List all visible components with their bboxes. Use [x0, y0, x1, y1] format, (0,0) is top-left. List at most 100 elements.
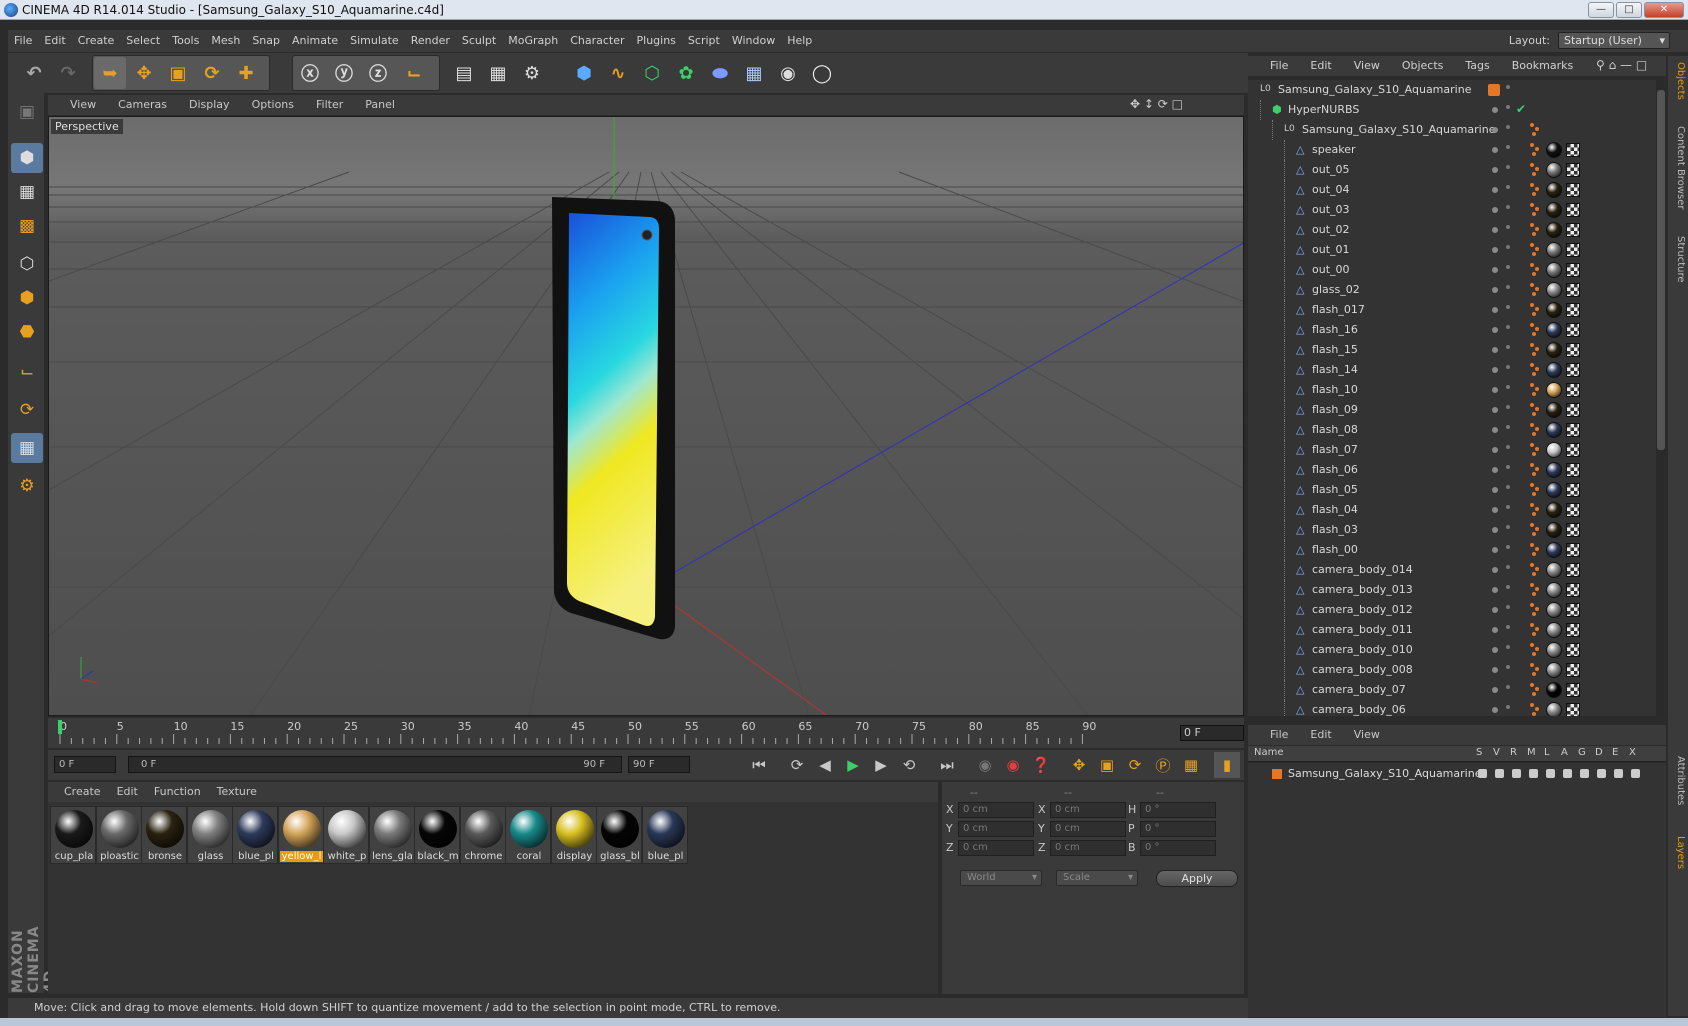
camera-icon[interactable]: ◉ [772, 57, 804, 89]
object-tree-row[interactable]: △ flash_10 [1248, 380, 1656, 400]
render-visibility-dot[interactable] [1506, 505, 1510, 509]
uvw-tag-icon[interactable] [1566, 443, 1580, 457]
phong-tag-icon[interactable] [1530, 243, 1542, 257]
object-tree-scrollbar[interactable] [1656, 80, 1666, 716]
material-menu-edit[interactable]: Edit [117, 782, 138, 802]
phong-tag-icon[interactable] [1530, 143, 1542, 157]
material-tag-icon[interactable] [1546, 422, 1562, 438]
layer-toggle-icon[interactable] [1580, 769, 1589, 778]
editor-visibility-dot[interactable] [1492, 107, 1498, 113]
editor-visibility-dot[interactable] [1492, 207, 1498, 213]
editor-visibility-dot[interactable] [1492, 387, 1498, 393]
editor-visibility-dot[interactable] [1492, 707, 1498, 713]
layout-select[interactable]: Startup (User) ▾ [1558, 32, 1670, 49]
coord-value-field[interactable]: 0 cm [958, 840, 1034, 856]
polygons-mode-icon[interactable]: ⬣ [11, 317, 43, 347]
material-tag-icon[interactable] [1546, 462, 1562, 478]
material-menu-function[interactable]: Function [154, 782, 201, 802]
layer-toggle-icon[interactable] [1478, 769, 1487, 778]
frame-range-slider[interactable]: 0 F 90 F [128, 756, 622, 773]
spline-pen-icon[interactable]: ∿ [602, 57, 634, 89]
phong-tag-icon[interactable] [1530, 443, 1542, 457]
floor-icon[interactable]: ▦ [738, 57, 770, 89]
layer-toggle-icon[interactable] [1597, 769, 1606, 778]
editor-visibility-dot[interactable] [1492, 647, 1498, 653]
editor-visibility-dot[interactable] [1492, 187, 1498, 193]
editor-visibility-dot[interactable] [1492, 287, 1498, 293]
object-menu-edit[interactable]: Edit [1310, 56, 1331, 76]
material-swatch[interactable]: black_m [414, 806, 460, 864]
material-tag-icon[interactable] [1546, 222, 1562, 238]
material-tag-icon[interactable] [1546, 502, 1562, 518]
uvw-tag-icon[interactable] [1566, 363, 1580, 377]
render-visibility-dot[interactable] [1506, 185, 1510, 189]
uvw-tag-icon[interactable] [1566, 523, 1580, 537]
apply-button[interactable]: Apply [1156, 870, 1238, 887]
render-visibility-dot[interactable] [1506, 105, 1510, 109]
render-visibility-dot[interactable] [1506, 445, 1510, 449]
material-swatch[interactable]: yellow_l [277, 806, 324, 864]
material-tag-icon[interactable] [1546, 482, 1562, 498]
render-visibility-dot[interactable] [1506, 625, 1510, 629]
menu-item-snap[interactable]: Snap [246, 30, 286, 52]
material-tag-icon[interactable] [1546, 202, 1562, 218]
editor-visibility-dot[interactable] [1488, 84, 1500, 96]
object-tree-row[interactable]: △ camera_body_012 [1248, 600, 1656, 620]
menu-item-animate[interactable]: Animate [286, 30, 344, 52]
viewport-navigation-icons[interactable]: ✥ ↕ ⟳ □ [1130, 97, 1183, 111]
phong-tag-icon[interactable] [1530, 123, 1542, 137]
deformer-icon[interactable]: ⬬ [704, 57, 736, 89]
uvw-tag-icon[interactable] [1566, 163, 1580, 177]
object-tree-row[interactable]: ⬢ HyperNURBS ✔ [1248, 100, 1656, 120]
render-visibility-dot[interactable] [1506, 125, 1510, 129]
editor-visibility-dot[interactable] [1492, 327, 1498, 333]
object-tree-row[interactable]: △ flash_05 [1248, 480, 1656, 500]
uvw-tag-icon[interactable] [1566, 223, 1580, 237]
material-swatch[interactable]: white_p [323, 806, 369, 864]
uvw-tag-icon[interactable] [1566, 563, 1580, 577]
scrollbar-thumb[interactable] [1657, 90, 1665, 450]
phong-tag-icon[interactable] [1530, 563, 1542, 577]
material-tag-icon[interactable] [1546, 542, 1562, 558]
uvw-tag-icon[interactable] [1566, 423, 1580, 437]
minimize-button[interactable]: — [1588, 2, 1614, 18]
object-tree-row[interactable]: △ camera_body_011 [1248, 620, 1656, 640]
layer-menu-edit[interactable]: Edit [1310, 725, 1331, 745]
viewport-menu-cameras[interactable]: Cameras [118, 95, 167, 115]
layer-toggle-icon[interactable] [1614, 769, 1623, 778]
object-tree-row[interactable]: △ camera_body_06 [1248, 700, 1656, 716]
record-keys-icon[interactable]: ◉ [972, 752, 998, 778]
render-visibility-dot[interactable] [1506, 285, 1510, 289]
y-axis-lock-icon[interactable]: ⓨ [328, 57, 360, 89]
phong-tag-icon[interactable] [1530, 163, 1542, 177]
render-visibility-dot[interactable] [1506, 245, 1510, 249]
object-tree-row[interactable]: △ out_03 [1248, 200, 1656, 220]
axis-mode-icon[interactable]: ⌙ [11, 357, 43, 387]
menu-item-tools[interactable]: Tools [166, 30, 205, 52]
object-tree-row[interactable]: △ flash_07 [1248, 440, 1656, 460]
object-tree-row[interactable]: △ flash_017 [1248, 300, 1656, 320]
menu-item-simulate[interactable]: Simulate [344, 30, 405, 52]
object-tree-row[interactable]: △ flash_15 [1248, 340, 1656, 360]
material-swatch[interactable]: cup_pla [50, 806, 96, 864]
uvw-tag-icon[interactable] [1566, 583, 1580, 597]
layer-toggle-icon[interactable] [1631, 769, 1640, 778]
side-tab-objects[interactable]: Objects [1670, 62, 1686, 100]
object-tree-row[interactable]: △ flash_16 [1248, 320, 1656, 340]
scale-icon[interactable]: ▣ [162, 57, 194, 89]
material-tag-icon[interactable] [1546, 582, 1562, 598]
render-visibility-dot[interactable] [1506, 85, 1510, 89]
menu-item-select[interactable]: Select [120, 30, 166, 52]
render-visibility-dot[interactable] [1506, 565, 1510, 569]
viewport-menu-display[interactable]: Display [189, 95, 230, 115]
redo-icon[interactable]: ↷ [52, 57, 84, 89]
render-visibility-dot[interactable] [1506, 405, 1510, 409]
phong-tag-icon[interactable] [1530, 343, 1542, 357]
object-tree-row[interactable]: △ speaker [1248, 140, 1656, 160]
side-tab-content-browser[interactable]: Content Browser [1670, 126, 1686, 209]
undo-icon[interactable]: ↶ [18, 57, 50, 89]
material-tag-icon[interactable] [1546, 362, 1562, 378]
render-visibility-dot[interactable] [1506, 605, 1510, 609]
uvw-tag-icon[interactable] [1566, 283, 1580, 297]
editor-visibility-dot[interactable] [1492, 667, 1498, 673]
